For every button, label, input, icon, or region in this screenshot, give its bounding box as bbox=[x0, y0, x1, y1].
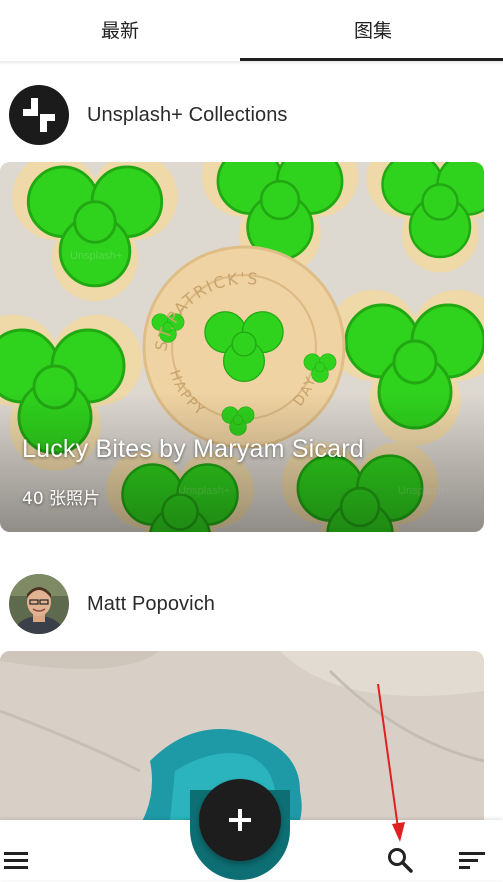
menu-icon bbox=[4, 852, 28, 869]
collection-header[interactable]: Unsplash+ Collections bbox=[0, 85, 503, 147]
tab-latest[interactable]: 最新 bbox=[0, 0, 240, 58]
user-avatar[interactable] bbox=[9, 574, 69, 634]
unsplash-plus-logo-icon bbox=[23, 98, 55, 132]
sort-button[interactable] bbox=[450, 838, 494, 882]
collection-card[interactable]: ST.PATRICK'S HAPPY DAY Unsplash+ Unsplas… bbox=[0, 162, 484, 532]
search-button[interactable] bbox=[378, 838, 422, 882]
user-portrait-image bbox=[9, 574, 69, 634]
add-button[interactable] bbox=[199, 779, 281, 861]
collection-photo-count: 40 张照片 bbox=[22, 489, 101, 509]
top-tab-bar: 最新 图集 bbox=[0, 0, 503, 62]
collection-title: Lucky Bites by Maryam Sicard bbox=[22, 435, 364, 463]
menu-button[interactable] bbox=[0, 838, 38, 882]
sort-icon bbox=[459, 852, 485, 869]
plus-icon bbox=[229, 809, 251, 831]
collection-header[interactable]: Matt Popovich bbox=[0, 574, 503, 636]
unsplash-plus-logo-avatar[interactable] bbox=[9, 85, 69, 145]
tab-collections[interactable]: 图集 bbox=[253, 0, 493, 58]
collection-owner-name[interactable]: Unsplash+ Collections bbox=[87, 85, 288, 145]
collection-owner-name[interactable]: Matt Popovich bbox=[87, 574, 215, 634]
search-icon bbox=[388, 848, 413, 873]
tab-bar-shadow bbox=[0, 61, 503, 65]
watermark-text: Unsplash+ bbox=[70, 250, 123, 262]
